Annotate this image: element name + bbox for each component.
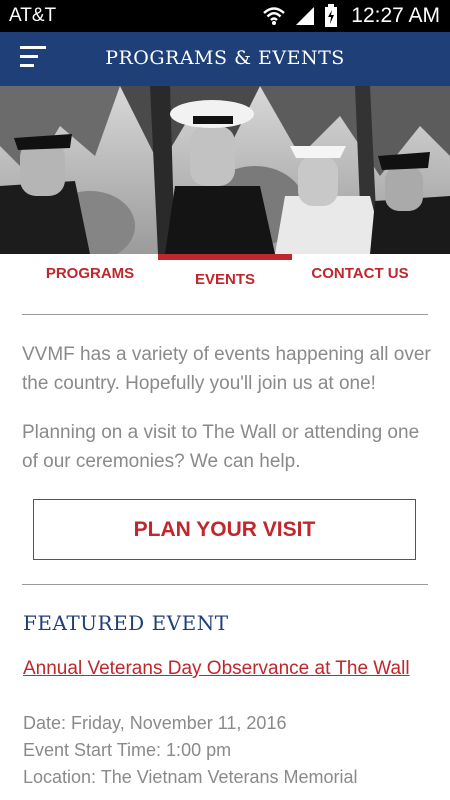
status-icons [262, 4, 338, 28]
tab-label: EVENTS [194, 271, 255, 288]
event-start-time: Event Start Time: 1:00 pm [23, 740, 232, 760]
battery-icon [325, 4, 337, 27]
page-title: PROGRAMS & EVENTS [105, 47, 345, 69]
event-date: Date: Friday, November 11, 2016 [23, 713, 287, 733]
featured-event-link[interactable]: Annual Veterans Day Observance at The Wa… [23, 658, 410, 680]
plan-your-visit-button[interactable]: PLAN YOUR VISIT [33, 499, 416, 560]
clock: 12:27 AM [351, 4, 440, 27]
divider [22, 314, 428, 315]
hero-image [0, 86, 450, 254]
tab-label: CONTACT US [311, 265, 409, 282]
app-bar: PROGRAMS & EVENTS [0, 32, 450, 86]
tab-label: PROGRAMS [45, 265, 135, 282]
tab-contact-us[interactable]: CONTACT US [292, 254, 428, 300]
signal-icon [296, 7, 314, 25]
divider [22, 584, 428, 585]
event-location: Location: The Vietnam Veterans Memorial [23, 767, 358, 787]
intro-paragraph: VVMF has a variety of events happening a… [22, 344, 431, 394]
wifi-icon [263, 7, 285, 25]
featured-event-heading: FEATURED EVENT [23, 611, 229, 635]
tab-bar: PROGRAMS EVENTS CONTACT US [0, 254, 450, 300]
status-bar: AT&T 12:27 AM [0, 0, 450, 32]
tab-programs[interactable]: PROGRAMS [22, 254, 158, 300]
carrier-name: AT&T [9, 5, 57, 26]
visit-paragraph: Planning on a visit to The Wall or atten… [22, 422, 420, 472]
tab-events[interactable]: EVENTS [158, 254, 292, 306]
event-details: Date: Friday, November 11, 2016 Event St… [23, 710, 358, 791]
